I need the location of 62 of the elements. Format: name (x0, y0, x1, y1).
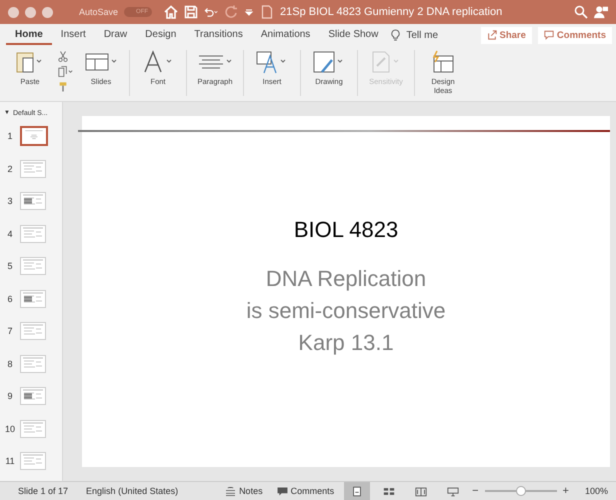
zoom-level[interactable]: 100% (584, 486, 608, 496)
zoom-in-button[interactable]: + (562, 485, 569, 497)
share-icon (486, 30, 496, 40)
normal-view-icon (351, 486, 364, 496)
design-ideas-icon (431, 50, 455, 74)
slide-number: 10 (4, 424, 16, 434)
slide-number: 6 (6, 294, 14, 304)
slide-title: BIOL 4823 (294, 217, 398, 243)
home-icon[interactable] (164, 5, 178, 19)
slide-counter: Slide 1 of 17 (18, 486, 68, 496)
zoom-out-button[interactable]: − (472, 485, 479, 497)
window-title: 21Sp BIOL 4823 Gumienny 2 DNA replication (280, 6, 502, 18)
tell-me-search[interactable]: Tell me (406, 30, 438, 40)
slide-number: 1 (6, 131, 14, 142)
comment-icon (544, 30, 554, 40)
language-label[interactable]: English (United States) (86, 486, 178, 496)
comments-button[interactable]: Comments (538, 26, 612, 44)
slide-number: 9 (6, 391, 14, 402)
account-icon[interactable] (594, 5, 608, 19)
slide-subtitle: is semi-conservative (246, 297, 446, 325)
slide-subtitle: DNA Replication (266, 265, 426, 293)
ribbon-tab[interactable]: Design (136, 27, 186, 45)
book-icon (415, 486, 428, 496)
document-icon (260, 5, 274, 19)
slide-number: 5 (6, 261, 14, 272)
ribbon-tab[interactable]: Animations (252, 27, 320, 45)
ribbon-tab[interactable]: Transitions (185, 27, 252, 45)
slide-number: 3 (6, 196, 14, 206)
autosave-label: AutoSave (79, 7, 118, 17)
customize-icon[interactable] (244, 7, 254, 17)
copy-icon[interactable] (58, 65, 73, 78)
font-icon (142, 50, 174, 74)
redo-icon[interactable] (224, 5, 238, 19)
presentation-screen-icon (447, 486, 460, 496)
slide-number: 4 (6, 228, 14, 239)
undo-icon[interactable] (204, 5, 218, 19)
lightbulb-icon (391, 28, 400, 42)
format-painter-icon[interactable] (58, 80, 68, 93)
ribbon-tab[interactable]: Home (6, 27, 52, 45)
slide-thumbnail[interactable] (20, 126, 48, 146)
minimize-button[interactable] (25, 6, 36, 18)
grid-icon (383, 486, 396, 496)
search-icon[interactable] (574, 5, 588, 19)
share-button[interactable]: Share (480, 26, 532, 44)
slide-subtitle: Karp 13.1 (298, 329, 394, 357)
scissors-icon[interactable] (58, 50, 68, 63)
ribbon-tab[interactable]: Slide Show (319, 27, 388, 45)
zoom-button[interactable] (42, 6, 53, 18)
notes-icon (225, 486, 236, 496)
close-button[interactable] (8, 6, 19, 18)
save-icon[interactable] (184, 5, 198, 19)
ribbon-tab[interactable]: Insert (52, 27, 95, 45)
slide-number: 11 (4, 456, 16, 466)
slider-thumb[interactable] (516, 486, 526, 496)
slide-number: 7 (6, 326, 14, 336)
comment-icon (276, 486, 288, 496)
comments-status-button[interactable]: Comments (272, 486, 338, 496)
normal-view-button[interactable] (344, 482, 370, 500)
slide-number: 8 (6, 358, 14, 369)
ribbon-tab[interactable]: Draw (94, 27, 136, 45)
slide-number: 2 (6, 164, 14, 174)
notes-button[interactable]: Notes (221, 486, 267, 496)
